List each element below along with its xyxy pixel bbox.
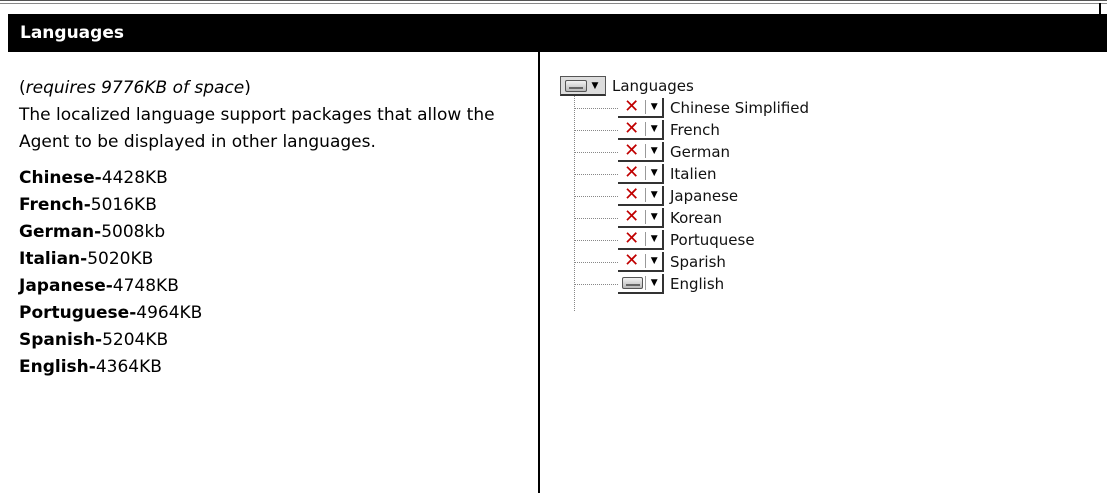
top-rule-secondary [0,3,1107,4]
language-size: 5016KB [90,195,157,215]
drive-icon [565,79,587,92]
tree-item[interactable]: ✕ ▼ Italien [574,163,717,185]
x-icon: ✕ [624,162,640,183]
chevron-down-icon: ▼ [650,212,658,222]
x-icon: ✕ [624,184,640,205]
section-header: Languages [8,14,1107,52]
tree-root[interactable]: ▼ Languages [560,76,694,96]
language-size-row: Japanese-4748KB [19,273,529,300]
tree-root-label: Languages [612,77,694,95]
tree-branch-line [574,239,618,241]
chevron-down-icon: ▼ [650,278,658,288]
install-option-dropdown[interactable]: ✕ ▼ [618,230,664,250]
tree-item[interactable]: ▼ English [574,273,724,295]
install-option-dropdown[interactable]: ✕ ▼ [618,120,664,140]
tree-branch-line [574,195,618,197]
chevron-down-icon: ▼ [650,168,658,178]
tree-branch-line [574,173,618,175]
feature-description: The localized language support packages … [19,105,495,152]
description-column: (requires 9776KB of space) The localized… [19,75,529,381]
language-name: Japanese- [19,276,113,296]
requirement-text: requires 9776KB of space [25,78,245,98]
language-size: 4964KB [136,303,203,323]
install-option-dropdown[interactable]: ✕ ▼ [618,164,664,184]
tree-item[interactable]: ✕ ▼ Sparish [574,251,726,273]
column-divider [538,52,540,493]
language-size: 5008kb [101,222,166,242]
chevron-down-icon: ▼ [591,80,599,91]
x-icon: ✕ [624,118,640,139]
tree-branch-line [574,283,618,285]
language-size-row: Portuguese-4964KB [19,300,529,327]
install-option-dropdown[interactable]: ✕ ▼ [618,252,664,272]
tree-item[interactable]: ✕ ▼ Portuquese [574,229,755,251]
feature-tree: ▼ Languages ✕ ▼ Chinese Simplified ✕ ▼ French… [560,66,860,336]
tree-item[interactable]: ✕ ▼ Korean [574,207,722,229]
tree-branch-line [574,129,618,131]
language-name: Italian- [19,249,88,269]
x-icon: ✕ [624,96,640,117]
tree-item-label: Sparish [670,253,726,271]
space-requirement: (requires 9776KB of space) [19,75,529,102]
install-option-dropdown[interactable]: ▼ [618,274,664,294]
x-icon: ✕ [624,250,640,271]
language-size-row: English-4364KB [19,354,529,381]
language-size-list: Chinese-4428KB French-5016KB German-5008kb… [19,165,529,381]
chevron-down-icon: ▼ [650,256,658,266]
chevron-down-icon: ▼ [650,190,658,200]
install-option-dropdown[interactable]: ✕ ▼ [618,186,664,206]
tree-branch-line [574,217,618,219]
language-size-row: Italian-5020KB [19,246,529,273]
language-size: 5204KB [102,330,169,350]
tree-branch-line [574,107,618,109]
language-size-row: Chinese-4428KB [19,165,529,192]
requirement-open-paren: ( [19,78,26,98]
language-name: German- [19,222,102,242]
chevron-down-icon: ▼ [650,102,658,112]
language-size-row: German-5008kb [19,219,529,246]
language-size: 4364KB [95,357,162,377]
root-install-dropdown[interactable]: ▼ [560,76,606,96]
language-name: English- [19,357,96,377]
install-option-dropdown[interactable]: ✕ ▼ [618,208,664,228]
language-name: Spanish- [19,330,103,350]
drive-icon [622,277,644,289]
tree-item-label: English [670,275,725,293]
requirement-close-paren: ) [244,78,251,98]
section-title: Languages [20,23,124,43]
tree-branch-line [574,151,618,153]
tree-item[interactable]: ✕ ▼ Chinese Simplified [574,97,809,119]
install-option-dropdown[interactable]: ✕ ▼ [618,98,664,118]
language-size: 4428KB [101,168,168,188]
chevron-down-icon: ▼ [650,234,658,244]
tree-item-label: Japanese [670,187,739,205]
language-name: Portuguese- [19,303,137,323]
tree-item-label: Chinese Simplified [670,99,810,117]
tree-item-label: Portuquese [670,231,755,249]
tree-item[interactable]: ✕ ▼ Japanese [574,185,738,207]
tree-item-label: French [670,121,720,139]
tree-item[interactable]: ✕ ▼ German [574,141,730,163]
x-icon: ✕ [624,206,640,227]
tree-branch-line [574,261,618,263]
language-size-row: French-5016KB [19,192,529,219]
top-rule [0,0,1107,1]
x-icon: ✕ [624,228,640,249]
header-corner [1099,3,1101,14]
tree-item-label: German [670,143,731,161]
tree-item-label: Italien [670,165,717,183]
chevron-down-icon: ▼ [650,124,658,134]
x-icon: ✕ [624,140,640,161]
language-size-row: Spanish-5204KB [19,327,529,354]
language-size: 5020KB [87,249,154,269]
language-name: Chinese- [19,168,102,188]
tree-item[interactable]: ✕ ▼ French [574,119,720,141]
install-option-dropdown[interactable]: ✕ ▼ [618,142,664,162]
language-size: 4748KB [112,276,179,296]
tree-item-label: Korean [670,209,723,227]
chevron-down-icon: ▼ [650,146,658,156]
language-name: French- [19,195,91,215]
